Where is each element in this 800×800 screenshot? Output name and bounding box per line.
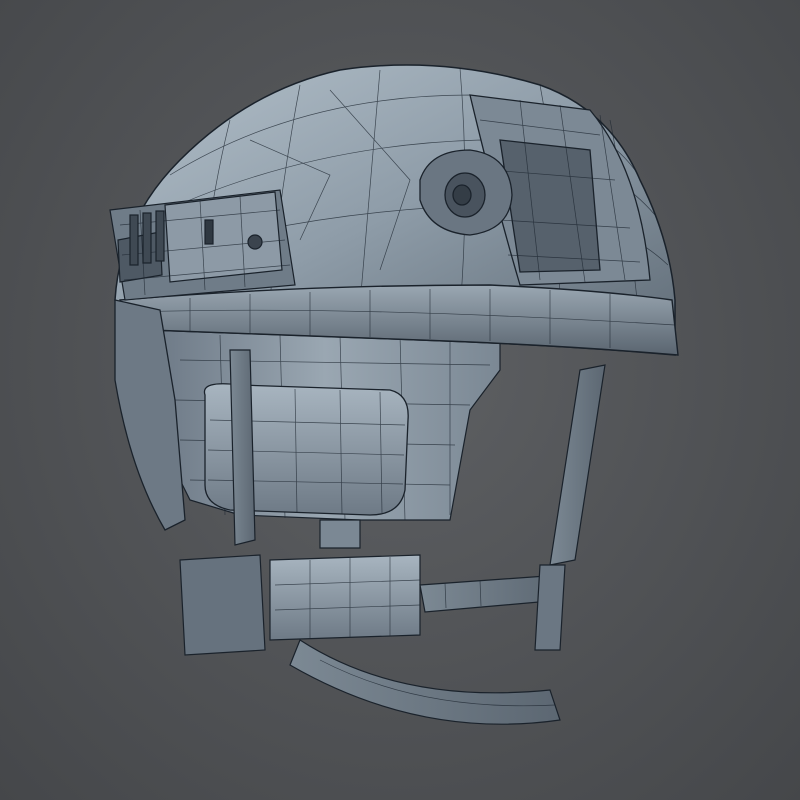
3d-viewport: [0, 0, 800, 800]
side-rail: [109, 189, 296, 301]
side-knob: [419, 149, 513, 236]
helmet-render: [109, 64, 679, 725]
